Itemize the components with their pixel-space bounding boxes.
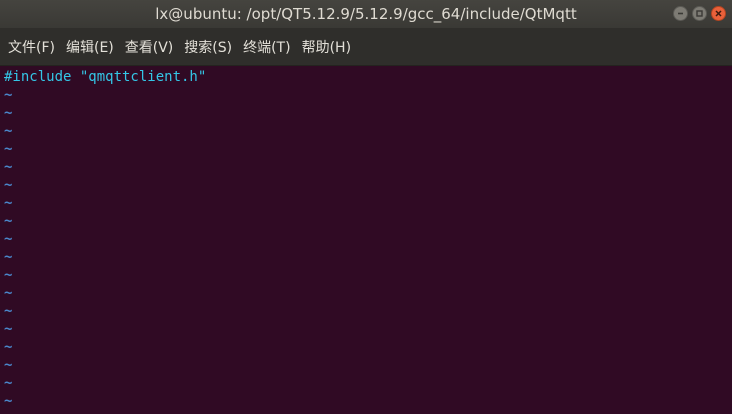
empty-line-marker: ~ — [4, 393, 13, 409]
empty-line-marker: ~ — [4, 141, 13, 157]
title-bar[interactable]: lx@ubuntu: /opt/QT5.12.9/5.12.9/gcc_64/i… — [0, 0, 732, 28]
window-title: lx@ubuntu: /opt/QT5.12.9/5.12.9/gcc_64/i… — [155, 5, 577, 23]
empty-line-marker: ~ — [4, 159, 13, 175]
minimize-icon — [678, 12, 683, 15]
empty-line-marker: ~ — [4, 249, 13, 265]
empty-line-marker: ~ — [4, 195, 13, 211]
menu-view[interactable]: 查看(V) — [125, 37, 174, 57]
menu-file[interactable]: 文件(F) — [8, 37, 55, 57]
maximize-icon — [696, 10, 703, 17]
minimize-button[interactable] — [673, 6, 688, 21]
empty-line-marker: ~ — [4, 375, 13, 391]
menu-edit[interactable]: 编辑(E) — [66, 37, 114, 57]
close-icon — [715, 10, 722, 17]
close-button[interactable] — [711, 6, 726, 21]
terminal-editor-area[interactable]: #include "qmqttclient.h" ~ ~ ~ ~ ~ ~ ~ ~ ~ ~ ~ ~ ~ ~ ~… — [0, 66, 732, 414]
empty-line-marker: ~ — [4, 105, 13, 121]
empty-line-marker: ~ — [4, 321, 13, 337]
maximize-button[interactable] — [692, 6, 707, 21]
empty-line-marker: ~ — [4, 123, 13, 139]
empty-line-marker: ~ — [4, 357, 13, 373]
empty-line-marker: ~ — [4, 87, 13, 103]
empty-line-marker: ~ — [4, 267, 13, 283]
code-line: #include "qmqttclient.h" — [4, 69, 207, 85]
menu-terminal[interactable]: 终端(T) — [243, 37, 290, 57]
empty-line-marker: ~ — [4, 231, 13, 247]
window-controls — [673, 6, 726, 22]
empty-line-marker: ~ — [4, 303, 13, 319]
empty-line-marker: ~ — [4, 213, 13, 229]
empty-line-marker: ~ — [4, 285, 13, 301]
menu-search[interactable]: 搜索(S) — [184, 37, 232, 57]
empty-line-marker: ~ — [4, 339, 13, 355]
menu-bar: 文件(F) 编辑(E) 查看(V) 搜索(S) 终端(T) 帮助(H) — [0, 28, 732, 66]
empty-line-marker: ~ — [4, 177, 13, 193]
menu-help[interactable]: 帮助(H) — [302, 37, 351, 57]
terminal-window: lx@ubuntu: /opt/QT5.12.9/5.12.9/gcc_64/i… — [0, 0, 732, 414]
